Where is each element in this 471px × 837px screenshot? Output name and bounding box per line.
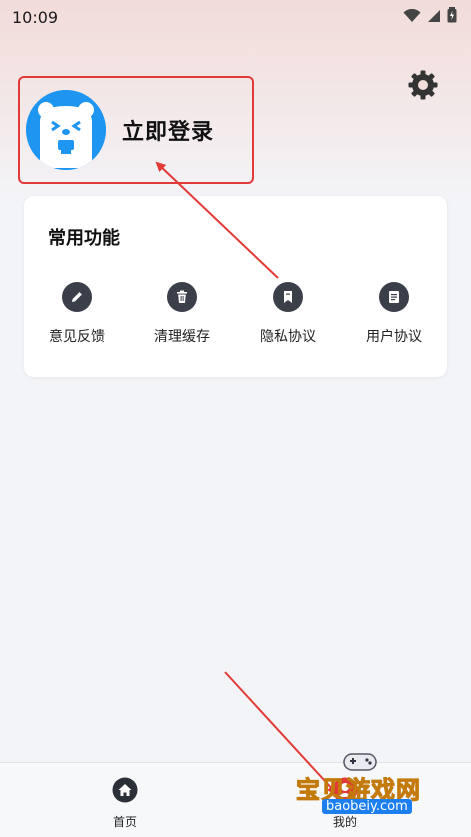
avatar[interactable] (26, 90, 106, 170)
trash-icon (167, 282, 197, 312)
document-icon (379, 282, 409, 312)
nav-home[interactable]: 首页 (85, 777, 165, 833)
watermark-url: baobeiy.com (322, 799, 412, 814)
pencil-icon (62, 282, 92, 312)
gear-icon (407, 69, 439, 105)
card-title: 常用功能 (48, 228, 120, 249)
status-bar: 10:09 (0, 0, 471, 34)
battery-icon (447, 7, 457, 27)
settings-button[interactable] (406, 70, 440, 104)
signal-icon (427, 8, 441, 27)
login-profile-area[interactable]: 立即登录 (18, 76, 254, 184)
privacy-policy-item[interactable]: 隐私协议 (238, 282, 338, 362)
home-icon (112, 777, 138, 807)
user-agreement-item[interactable]: 用户协议 (344, 282, 444, 362)
clear-cache-label: 清理缓存 (154, 329, 210, 345)
common-functions-card: 常用功能 意见反馈 清理缓存 隐私协议 用户协议 (24, 196, 447, 377)
bookmark-icon (273, 282, 303, 312)
status-icons (403, 7, 457, 27)
login-label[interactable]: 立即登录 (122, 114, 214, 146)
wifi-icon (403, 8, 421, 27)
status-time: 10:09 (12, 7, 59, 27)
clear-cache-item[interactable]: 清理缓存 (132, 282, 232, 362)
watermark-logo: 宝贝游戏网 baobeiy.com (296, 753, 446, 834)
bear-avatar-icon (26, 90, 106, 170)
feedback-label: 意见反馈 (49, 329, 105, 345)
user-agreement-label: 用户协议 (366, 329, 422, 345)
nav-home-label: 首页 (112, 815, 137, 829)
privacy-policy-label: 隐私协议 (260, 329, 316, 345)
feedback-item[interactable]: 意见反馈 (27, 282, 127, 362)
